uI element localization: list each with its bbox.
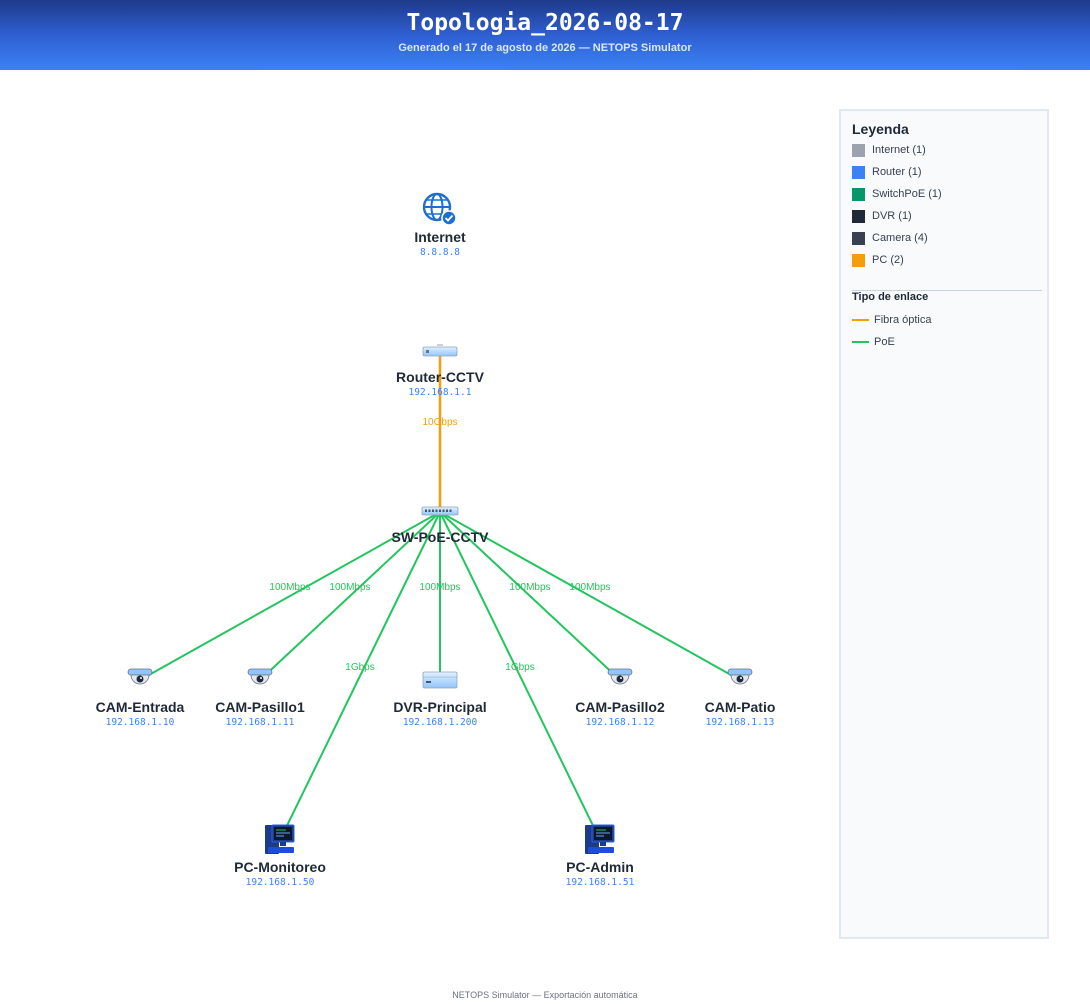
node-ip: 192.168.1.200 bbox=[403, 717, 478, 728]
dome-camera-icon bbox=[607, 668, 633, 685]
node-name: Router-CCTV bbox=[396, 369, 485, 385]
legend-line-swatch bbox=[852, 319, 869, 321]
dvr-icon bbox=[422, 671, 458, 689]
link-label-switch-cam-pasillo2: 100Mbps bbox=[509, 582, 550, 593]
node-ip: 192.168.1.50 bbox=[246, 877, 315, 888]
link-label-switch-pc-admin: 1Gbps bbox=[505, 662, 534, 673]
legend-item-camera: Camera (4) bbox=[852, 231, 928, 245]
legend-item-switchpoe: SwitchPoE (1) bbox=[852, 187, 942, 201]
dome-camera-icon bbox=[127, 668, 153, 685]
legend-label: Router (1) bbox=[872, 166, 922, 178]
node-name: CAM-Pasillo2 bbox=[575, 699, 665, 715]
dome-camera-icon bbox=[247, 668, 273, 685]
node-ip: 8.8.8.8 bbox=[420, 247, 460, 258]
node-dvr-principal[interactable]: DVR-Principal 192.168.1.200 bbox=[393, 671, 487, 728]
node-ip: 192.168.1.11 bbox=[226, 717, 295, 728]
legend-swatch bbox=[852, 165, 865, 179]
node-ip: 192.168.1.51 bbox=[566, 877, 635, 888]
node-name: CAM-Entrada bbox=[96, 699, 185, 715]
node-pc-monitoreo[interactable]: PC-Monitoreo 192.168.1.50 bbox=[234, 824, 326, 888]
legend-label: SwitchPoE (1) bbox=[872, 188, 942, 200]
legend-swatch bbox=[852, 143, 865, 157]
node-internet[interactable]: Internet 8.8.8.8 bbox=[414, 192, 466, 258]
node-ip: 192.168.1.10 bbox=[106, 717, 175, 728]
node-name: DVR-Principal bbox=[393, 699, 486, 715]
dome-camera-icon bbox=[727, 668, 753, 685]
legend-item-router: Router (1) bbox=[852, 165, 922, 179]
node-pc-admin[interactable]: PC-Admin 192.168.1.51 bbox=[566, 824, 635, 888]
legend-item-dvr: DVR (1) bbox=[852, 209, 912, 223]
link-switch-pc-monitoreo bbox=[279, 511, 441, 841]
link-label-router-switch: 10Gbps bbox=[422, 417, 457, 428]
legend-link-fibra: Fibra óptica bbox=[852, 313, 931, 327]
node-cam-pasillo2[interactable]: CAM-Pasillo2 192.168.1.12 bbox=[575, 668, 665, 728]
legend-label: DVR (1) bbox=[872, 210, 912, 222]
link-label-switch-cam-pasillo1: 100Mbps bbox=[329, 582, 370, 593]
legend-label: Internet (1) bbox=[872, 144, 926, 156]
node-name: CAM-Patio bbox=[705, 699, 776, 715]
node-cam-patio[interactable]: CAM-Patio 192.168.1.13 bbox=[705, 668, 776, 728]
node-name: PC-Monitoreo bbox=[234, 859, 326, 875]
legend-link-poe: PoE bbox=[852, 335, 895, 349]
link-label-switch-cam-patio: 100Mbps bbox=[569, 582, 610, 593]
legend-line-swatch bbox=[852, 341, 869, 343]
link-switch-pc-admin bbox=[439, 511, 601, 841]
legend-label: Fibra óptica bbox=[874, 314, 932, 326]
legend-swatch bbox=[852, 253, 865, 267]
node-name: PC-Admin bbox=[566, 859, 634, 875]
legend-swatch bbox=[852, 231, 865, 245]
node-cam-entrada[interactable]: CAM-Entrada 192.168.1.10 bbox=[96, 668, 185, 728]
legend-title: Leyenda bbox=[852, 121, 909, 137]
node-ip: 192.168.1.1 bbox=[409, 387, 472, 398]
legend-panel: Leyenda Internet (1) Router (1) SwitchPo… bbox=[839, 109, 1049, 939]
legend-swatch bbox=[852, 209, 865, 223]
switch-icon bbox=[421, 506, 459, 516]
globe-check-icon bbox=[422, 192, 457, 226]
link-label-switch-dvr: 100Mbps bbox=[419, 582, 460, 593]
legend-label: Camera (4) bbox=[872, 232, 928, 244]
node-name: SW-PoE-CCTV bbox=[392, 529, 490, 545]
node-cam-pasillo1[interactable]: CAM-Pasillo1 192.168.1.11 bbox=[215, 668, 305, 728]
legend-label: PoE bbox=[874, 336, 895, 348]
legend-item-internet: Internet (1) bbox=[852, 143, 926, 157]
legend-label: PC (2) bbox=[872, 254, 904, 266]
link-label-switch-cam-entrada: 100Mbps bbox=[269, 582, 310, 593]
legend-item-pc: PC (2) bbox=[852, 253, 904, 267]
legend-swatch bbox=[852, 187, 865, 201]
node-name: CAM-Pasillo1 bbox=[215, 699, 305, 715]
legend-link-title: Tipo de enlace bbox=[852, 291, 929, 303]
node-name: Internet bbox=[414, 229, 466, 245]
footer-text: NETOPS Simulator — Exportación automátic… bbox=[452, 990, 638, 1000]
link-label-switch-pc-monitoreo: 1Gbps bbox=[345, 662, 374, 673]
desktop-pc-icon bbox=[585, 824, 615, 854]
node-router-cctv[interactable]: Router-CCTV 192.168.1.1 bbox=[396, 344, 485, 398]
node-ip: 192.168.1.12 bbox=[586, 717, 655, 728]
router-icon bbox=[422, 344, 458, 357]
node-ip: 192.168.1.13 bbox=[706, 717, 775, 728]
topology-diagram: 10Gbps 100Mbps 100Mbps 100Mbps 100Mbps 1… bbox=[96, 192, 776, 888]
desktop-pc-icon bbox=[265, 824, 295, 854]
